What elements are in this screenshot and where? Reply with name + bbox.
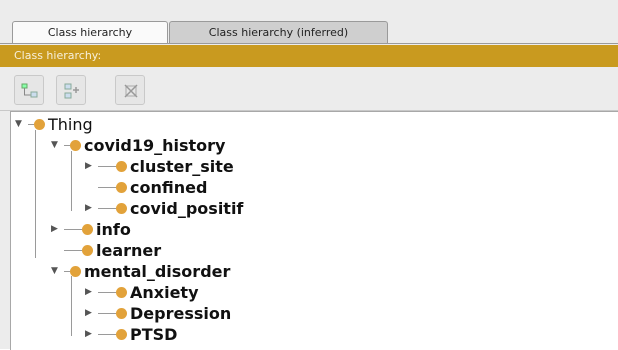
tree-connector [98, 312, 116, 314]
tree-node[interactable]: learner [51, 240, 161, 260]
tree-node-label: covid_positif [130, 198, 244, 218]
expand-toggle-icon[interactable]: ▶ [85, 308, 95, 318]
tree-node-label: mental_disorder [84, 261, 231, 281]
class-icon [116, 307, 127, 319]
tree-node-label: info [96, 219, 131, 239]
class-icon [116, 181, 127, 193]
tree-node[interactable]: ▼ covid19_history [51, 135, 225, 155]
class-icon [70, 265, 81, 277]
expand-toggle-icon[interactable]: ▶ [51, 224, 61, 234]
class-icon [116, 160, 127, 172]
delete-class-button[interactable] [115, 75, 145, 105]
tree-node-label: PTSD [130, 324, 178, 344]
tab-divider [0, 43, 618, 44]
tree-node-label: covid19_history [84, 135, 226, 155]
tab-bar: Class hierarchy Class hierarchy (inferre… [0, 0, 618, 44]
tree-connector [98, 186, 116, 188]
tab-class-hierarchy-inferred[interactable]: Class hierarchy (inferred) [169, 21, 388, 43]
expand-toggle-icon[interactable]: ▶ [85, 203, 95, 213]
class-icon [70, 139, 81, 151]
class-icon [116, 202, 127, 214]
class-icon [34, 118, 45, 130]
class-icon [82, 223, 93, 235]
class-hierarchy-view: Class hierarchy Class hierarchy (inferre… [0, 0, 618, 350]
tree-node[interactable]: ▼ mental_disorder [51, 261, 230, 281]
toolbar [0, 67, 618, 111]
add-subclass-icon [21, 83, 38, 98]
tree-connector [71, 276, 72, 336]
tree-connector [98, 207, 116, 209]
tree-node-thing[interactable]: ▼ Thing [15, 114, 93, 134]
class-icon [116, 328, 127, 340]
collapse-toggle-icon[interactable]: ▼ [51, 140, 61, 150]
tree-node-label: learner [96, 240, 162, 260]
panel-title: Class hierarchy: [0, 45, 618, 67]
collapse-toggle-icon[interactable]: ▼ [15, 119, 25, 129]
tree-node[interactable]: ▶ cluster_site [85, 156, 234, 176]
class-icon [116, 286, 127, 298]
tree-node-label: cluster_site [130, 156, 234, 176]
tree-node-label: confined [130, 177, 208, 197]
tree-connector [35, 130, 36, 258]
class-tree[interactable]: ▼ Thing ▼ covid19_history ▶ cluster_site… [10, 111, 618, 350]
expand-toggle-icon[interactable]: ▶ [85, 287, 95, 297]
expand-toggle-icon[interactable]: ▶ [85, 329, 95, 339]
tree-node[interactable]: confined [85, 177, 207, 197]
tree-node[interactable]: ▶ Anxiety [85, 282, 199, 302]
tree-node[interactable]: ▶ PTSD [85, 324, 177, 344]
collapse-toggle-icon[interactable]: ▼ [51, 266, 61, 276]
tree-connector [64, 249, 82, 251]
tree-node[interactable]: ▶ covid_positif [85, 198, 243, 218]
tree-node-label: Depression [130, 303, 232, 323]
tree-connector [64, 228, 82, 230]
tree-node-label: Anxiety [130, 282, 199, 302]
tree-node[interactable]: ▶ Depression [85, 303, 231, 323]
delete-class-icon [124, 84, 138, 98]
tree-connector [98, 291, 116, 293]
tree-node[interactable]: ▶ info [51, 219, 131, 239]
tree-node-label: Thing [48, 114, 93, 134]
tab-class-hierarchy[interactable]: Class hierarchy [12, 21, 168, 43]
tree-connector [98, 165, 116, 167]
class-icon [82, 244, 93, 256]
add-sibling-class-button[interactable] [56, 75, 86, 105]
expand-toggle-icon[interactable]: ▶ [85, 161, 95, 171]
tree-connector [98, 333, 116, 335]
tree-connector [71, 151, 72, 211]
add-sibling-class-icon [64, 83, 79, 99]
add-subclass-button[interactable] [14, 75, 44, 105]
